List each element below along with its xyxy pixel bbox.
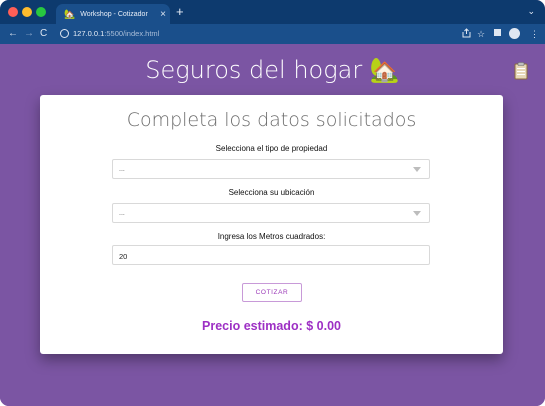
browser-toolbar: ← → C 127.0.0.1:5500/index.html ☆ ⋮ <box>0 24 545 44</box>
forward-button[interactable]: → <box>24 27 34 41</box>
reload-button[interactable]: C <box>40 27 47 41</box>
minimize-window-button[interactable] <box>22 7 32 17</box>
chevron-down-icon <box>413 167 421 172</box>
estimated-price: Precio estimado: $ 0.00 <box>202 319 341 333</box>
tab-workshop-cotizador[interactable]: 🏡 Workshop - Cotizador × <box>56 4 170 24</box>
square-meters-input[interactable]: 20 <box>112 245 430 265</box>
tab-bar: 🏡 Workshop - Cotizador × + ⌄ <box>0 0 545 24</box>
url-path: :5500/index.html <box>104 29 160 38</box>
property-type-value: ... <box>119 166 125 173</box>
location-value: ... <box>119 210 125 217</box>
quote-form-card: Completa los datos solicitados Seleccion… <box>40 95 503 354</box>
new-tab-button[interactable]: + <box>176 4 184 20</box>
address-bar[interactable]: 127.0.0.1:5500/index.html <box>73 29 159 38</box>
location-label: Selecciona su ubicación <box>228 188 315 197</box>
tab-search-button[interactable]: ⌄ <box>527 6 535 17</box>
page-title-text: Seguros del hogar <box>145 56 363 84</box>
cotizar-button[interactable]: COTIZAR <box>242 283 302 302</box>
house-icon: 🏡 <box>369 56 400 84</box>
site-info-icon[interactable] <box>60 29 69 38</box>
extensions-icon[interactable] <box>493 28 502 40</box>
tab-title: Workshop - Cotizador <box>80 10 148 18</box>
card-title: Completa los datos solicitados <box>126 109 417 131</box>
tab-close-icon[interactable]: × <box>156 9 170 20</box>
page-content: Seguros del hogar 🏡 Completa los datos s… <box>0 44 545 406</box>
chevron-down-icon <box>413 211 421 216</box>
star-icon[interactable]: ☆ <box>477 28 485 40</box>
back-button[interactable]: ← <box>8 27 18 41</box>
close-window-button[interactable] <box>8 7 18 17</box>
browser-window: 🏡 Workshop - Cotizador × + ⌄ ← → C 127.0… <box>0 0 545 406</box>
property-type-select[interactable]: ... <box>112 159 430 179</box>
url-host: 127.0.0.1 <box>73 29 105 38</box>
square-meters-label: Ingresa los Metros cuadrados: <box>217 232 326 241</box>
profile-icon[interactable] <box>509 28 520 39</box>
location-select[interactable]: ... <box>112 203 430 223</box>
maximize-window-button[interactable] <box>36 7 46 17</box>
page-title: Seguros del hogar 🏡 <box>0 56 545 84</box>
more-icon[interactable]: ⋮ <box>530 28 539 40</box>
house-favicon-icon: 🏡 <box>64 8 76 19</box>
share-icon[interactable] <box>462 28 471 41</box>
property-type-label: Selecciona el tipo de propiedad <box>215 144 328 153</box>
clipboard-icon[interactable] <box>514 62 528 80</box>
